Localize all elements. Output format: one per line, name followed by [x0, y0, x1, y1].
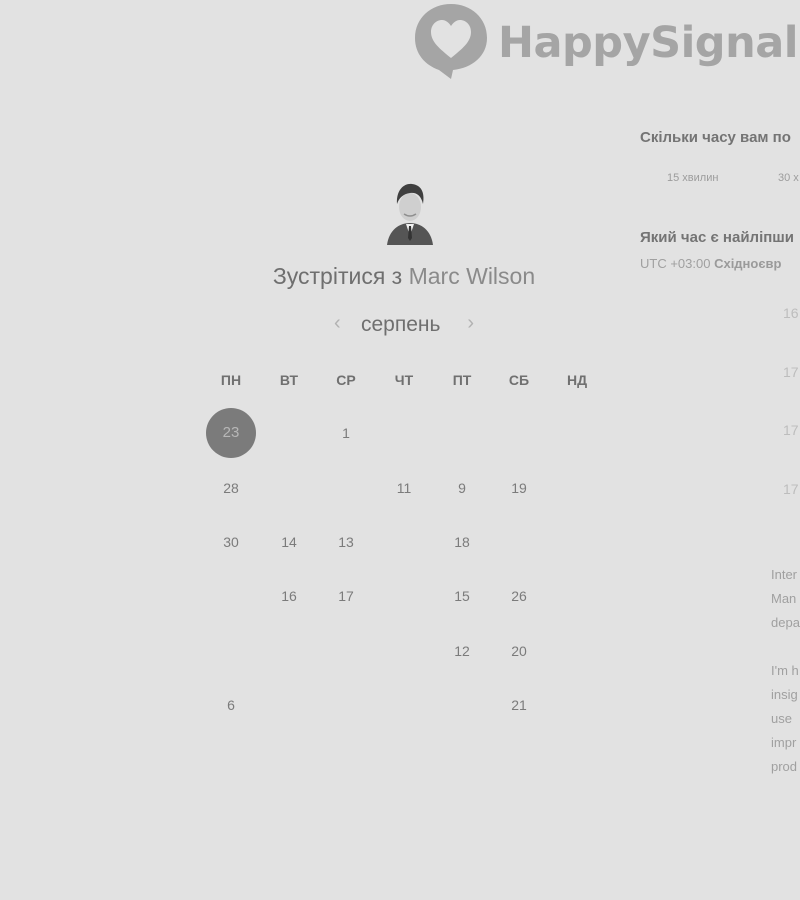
duration-option-15[interactable]: 15 хвилин	[667, 172, 718, 184]
logo-text: HappySignals	[498, 18, 800, 68]
calendar-day	[437, 680, 487, 730]
time-slot[interactable]: 17	[783, 481, 799, 497]
calendar-day	[552, 571, 602, 621]
duration-question: Скільки часу вам по	[640, 129, 791, 146]
calendar-day[interactable]: 1	[321, 408, 371, 458]
calendar-day[interactable]: 21	[494, 680, 544, 730]
weekday-fri: ПТ	[452, 372, 472, 388]
calendar-day	[494, 408, 544, 458]
avatar	[385, 180, 435, 245]
calendar-day	[552, 408, 602, 458]
description-line: use	[771, 711, 792, 726]
calendar-day[interactable]: 28	[206, 463, 256, 513]
time-question: Який час є найліпши	[640, 229, 795, 246]
calendar-day	[552, 517, 602, 567]
calendar-day[interactable]: 30	[206, 517, 256, 567]
calendar-day	[264, 408, 314, 458]
description-line: prod	[771, 759, 798, 774]
calendar-day	[206, 626, 256, 676]
calendar-day	[206, 571, 256, 621]
calendar-day[interactable]: 15	[437, 571, 487, 621]
chevron-left-icon[interactable]: ‹	[334, 312, 341, 335]
calendar-day	[379, 571, 429, 621]
weekday-sun: НД	[566, 372, 588, 388]
calendar-day[interactable]: 6	[206, 680, 256, 730]
calendar-day-selected[interactable]: 23	[206, 408, 256, 458]
calendar-day	[552, 463, 602, 513]
calendar-day[interactable]: 20	[494, 626, 544, 676]
timezone-name: Східноєвр	[714, 256, 782, 271]
timezone-offset: UTC +03:00	[640, 256, 711, 271]
calendar-day	[437, 408, 487, 458]
calendar-day	[264, 626, 314, 676]
time-slot[interactable]: 16	[783, 305, 799, 321]
calendar-day	[321, 680, 371, 730]
description-line: Man	[771, 591, 797, 606]
calendar-day[interactable]: 9	[437, 463, 487, 513]
weekday-tue: ВТ	[279, 372, 299, 388]
calendar-day	[379, 680, 429, 730]
calendar-day[interactable]: 13	[321, 517, 371, 567]
description-paragraph-1: Inter Man depa	[771, 563, 800, 635]
description-line: I'm h	[771, 663, 799, 678]
calendar-day[interactable]: 26	[494, 571, 544, 621]
calendar-day	[264, 463, 314, 513]
chevron-right-icon[interactable]: ›	[467, 312, 474, 335]
month-navigation: ‹ серпень ›	[332, 310, 482, 342]
timezone-selector[interactable]: UTC +03:00 Східноєвр	[640, 256, 781, 271]
calendar-day	[264, 680, 314, 730]
weekday-thu: ЧТ	[394, 372, 414, 388]
calendar-day[interactable]: 18	[437, 517, 487, 567]
calendar-day[interactable]: 17	[321, 571, 371, 621]
time-slot[interactable]: 17	[783, 422, 799, 438]
calendar-day[interactable]: 11	[379, 463, 429, 513]
weekday-sat: СБ	[508, 372, 530, 388]
month-label: серпень	[361, 313, 441, 336]
description-line: impr	[771, 735, 797, 750]
calendar-day	[321, 463, 371, 513]
description-paragraph-2: I'm h insig use impr prod	[771, 659, 799, 779]
description-line: Inter	[771, 567, 798, 582]
calendar-day[interactable]: 19	[494, 463, 544, 513]
calendar-day[interactable]: 12	[437, 626, 487, 676]
time-slot[interactable]: 17	[783, 364, 799, 380]
logo: HappySignals	[414, 2, 800, 80]
duration-option-30[interactable]: 30 х	[778, 172, 799, 184]
weekday-wed: СР	[336, 372, 356, 388]
description-line: insig	[771, 687, 798, 702]
description-line: depa	[771, 615, 800, 630]
calendar-day	[552, 626, 602, 676]
title-prefix: Зустрітися з	[272, 263, 403, 289]
calendar-day[interactable]: 14	[264, 517, 314, 567]
calendar-day	[321, 626, 371, 676]
calendar-day	[379, 517, 429, 567]
host-name: Marc Wilson	[408, 263, 536, 289]
calendar-day[interactable]: 16	[264, 571, 314, 621]
calendar-day	[379, 626, 429, 676]
weekday-mon: ПН	[220, 372, 242, 388]
speech-heart-icon	[415, 4, 487, 79]
calendar-day	[552, 680, 602, 730]
calendar-day	[379, 408, 429, 458]
calendar-day	[494, 517, 544, 567]
